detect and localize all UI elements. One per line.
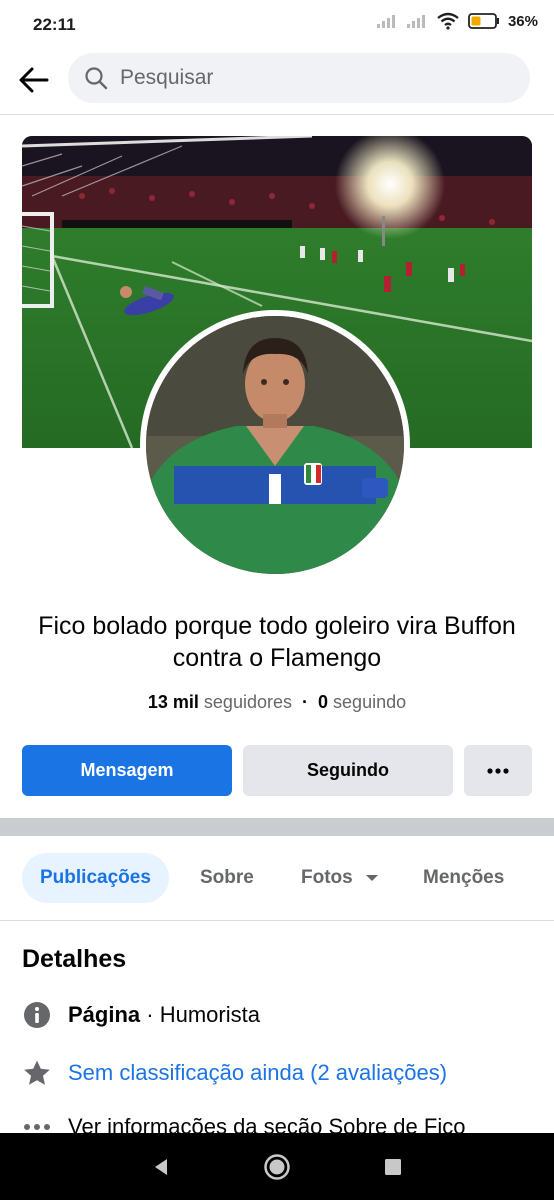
back-button[interactable]	[16, 62, 52, 98]
battery-icon	[468, 13, 499, 29]
more-options-button[interactable]	[464, 745, 532, 796]
system-nav-bar	[0, 1133, 554, 1200]
detail-rating[interactable]: Sem classificação ainda (2 avaliações)	[22, 1058, 447, 1088]
message-button[interactable]: Mensagem	[22, 745, 232, 796]
page-title: Fico bolado porque todo goleiro vira Buf…	[38, 612, 516, 672]
rating-link[interactable]: Sem classificação ainda (2 avaliações)	[68, 1060, 447, 1086]
details-heading: Detalhes	[22, 945, 127, 973]
tab-fotos[interactable]: Fotos	[301, 853, 379, 903]
ellipsis-icon	[487, 767, 509, 774]
detail-category: Página · Humorista	[22, 1000, 260, 1030]
category-label: Página	[68, 1002, 141, 1027]
following-label: seguindo	[333, 692, 407, 712]
nav-recents-icon	[385, 1159, 401, 1175]
tab-fotos-label: Fotos	[301, 867, 353, 888]
info-icon	[22, 1000, 52, 1030]
signal-icon	[376, 15, 395, 28]
follow-stats: 13 mil seguidores · 0 seguindo	[0, 692, 554, 713]
star-icon	[22, 1058, 52, 1088]
search-bar[interactable]	[68, 53, 530, 103]
status-bar: 22:11 36%	[0, 0, 554, 50]
status-time: 22:11	[33, 15, 76, 34]
battery-percent: 36%	[507, 12, 538, 30]
nav-back-button[interactable]	[147, 1153, 175, 1181]
status-icons: 36%	[376, 12, 538, 30]
nav-back-icon	[155, 1159, 167, 1175]
section-divider	[0, 818, 554, 836]
followers-count: 13 mil	[147, 692, 199, 712]
profile-avatar[interactable]	[140, 310, 410, 580]
stats-separator: ·	[302, 692, 308, 712]
followers-label: seguidores	[203, 692, 292, 712]
tab-sobre[interactable]: Sobre	[200, 853, 254, 903]
search-input[interactable]	[118, 65, 502, 91]
tab-mencoes[interactable]: Menções	[423, 853, 504, 903]
nav-home-icon	[264, 1154, 290, 1180]
top-bar	[0, 50, 554, 115]
nav-recents-button[interactable]	[379, 1153, 407, 1181]
signal-2-icon	[406, 15, 425, 28]
following-button[interactable]: Seguindo	[243, 745, 453, 796]
category-sep: ·	[140, 1002, 160, 1027]
nav-home-button[interactable]	[263, 1153, 291, 1181]
profile-tabs: Publicações Sobre Fotos Menções	[0, 836, 554, 921]
chevron-down-icon	[365, 875, 378, 881]
wifi-icon	[437, 12, 459, 30]
category-value: Humorista	[159, 1002, 260, 1027]
back-arrow-icon	[19, 67, 49, 93]
search-icon	[84, 65, 110, 91]
avatar-image	[146, 316, 404, 574]
tab-publicacoes[interactable]: Publicações	[22, 853, 169, 903]
following-count: 0	[318, 692, 329, 712]
